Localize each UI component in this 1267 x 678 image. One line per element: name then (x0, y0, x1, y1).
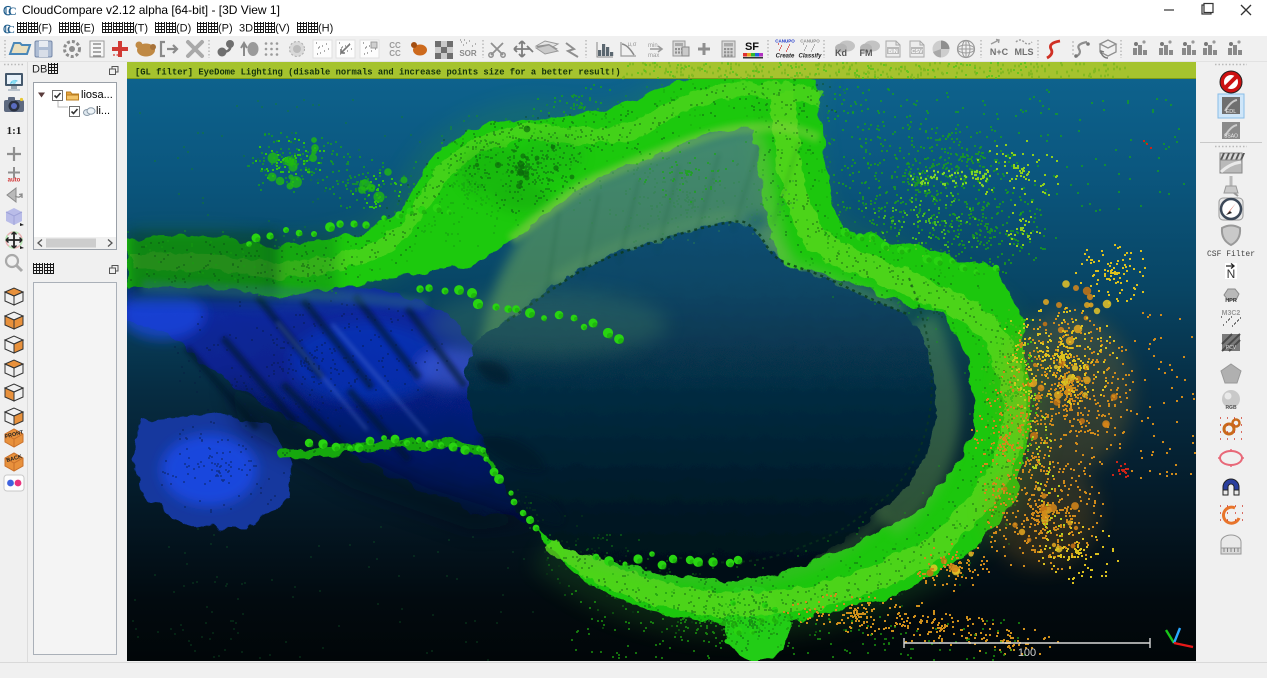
svg-text:BIN: BIN (888, 49, 898, 55)
svg-text:Kd: Kd (835, 48, 847, 58)
svg-text:μ,σ: μ,σ (628, 42, 637, 48)
svg-text:100: 100 (1018, 647, 1036, 659)
svg-text:HPR: HPR (1225, 298, 1237, 304)
svg-text:N: N (1227, 267, 1236, 281)
svg-text:CANUPO: CANUPO (775, 39, 795, 44)
svg-text:MLS: MLS (1015, 47, 1034, 57)
svg-text:PCV: PCV (1226, 345, 1237, 351)
svg-text:EDL: EDL (1226, 109, 1237, 115)
svg-text:CSV: CSV (911, 49, 923, 55)
svg-text:SOR: SOR (459, 49, 477, 58)
svg-text:SSAO: SSAO (1224, 134, 1238, 140)
svg-text:SF: SF (745, 41, 759, 53)
svg-text:FM: FM (860, 48, 873, 58)
svg-text:N+C: N+C (990, 47, 1009, 57)
svg-text:CANUPO: CANUPO (800, 39, 820, 44)
svg-text:min: min (648, 43, 658, 49)
svg-text:1:1: 1:1 (7, 125, 22, 137)
svg-text:M3C2: M3C2 (1222, 310, 1241, 317)
svg-text:Classify: Classify (798, 54, 822, 60)
svg-text:auto: auto (8, 178, 21, 184)
svg-text:Create: Create (776, 54, 795, 60)
svg-text:[GL filter] EyeDome Lighting (: [GL filter] EyeDome Lighting (disable no… (135, 68, 621, 78)
svg-text:max: max (648, 53, 659, 59)
svg-text:CSF Filter: CSF Filter (1207, 250, 1255, 259)
svg-text:CC: CC (389, 49, 401, 58)
svg-text:RGB: RGB (1225, 405, 1237, 411)
